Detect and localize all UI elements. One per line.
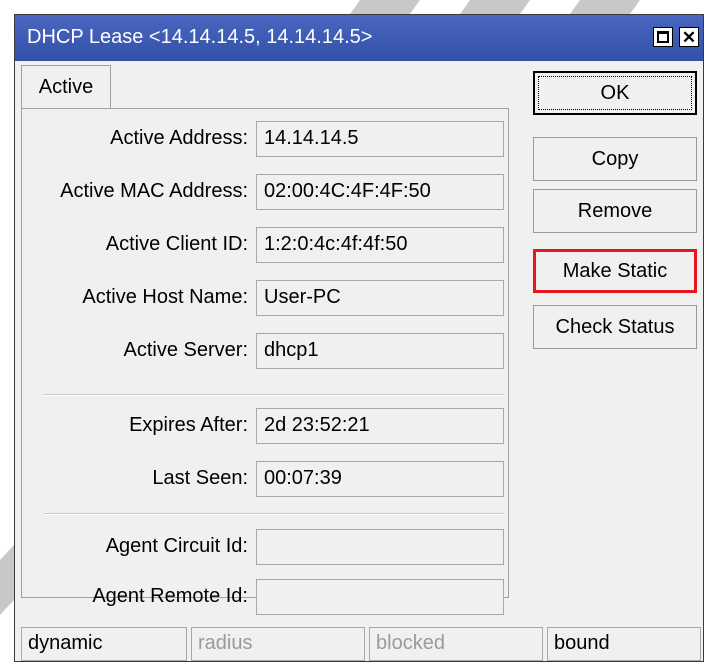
- title-bar[interactable]: DHCP Lease <14.14.14.5, 14.14.14.5> ✕: [15, 15, 703, 61]
- copy-button[interactable]: Copy: [533, 137, 697, 181]
- active-host-name-field[interactable]: User-PC: [256, 280, 504, 316]
- status-dynamic: dynamic: [21, 627, 187, 661]
- close-button[interactable]: ✕: [679, 27, 699, 47]
- active-address-label: Active Address:: [110, 127, 248, 149]
- ok-button-label: OK: [600, 81, 630, 104]
- agent-circuit-id-field[interactable]: [256, 529, 504, 565]
- last-seen-label: Last Seen:: [152, 467, 248, 489]
- close-icon: ✕: [681, 27, 697, 47]
- field-row-active-host-name: Active Host Name: User-PC: [22, 280, 510, 316]
- expires-after-field[interactable]: 2d 23:52:21: [256, 408, 504, 444]
- field-row-agent-remote-id: Agent Remote Id:: [22, 579, 510, 615]
- field-row-expires-after: Expires After: 2d 23:52:21: [22, 408, 510, 444]
- check-status-button-label: Check Status: [555, 315, 675, 338]
- tab-active[interactable]: Active: [21, 65, 111, 109]
- remove-button[interactable]: Remove: [533, 189, 697, 233]
- active-server-label: Active Server:: [123, 339, 248, 361]
- remove-button-label: Remove: [577, 199, 653, 222]
- field-row-agent-circuit-id: Agent Circuit Id:: [22, 529, 510, 565]
- agent-remote-id-field[interactable]: [256, 579, 504, 615]
- agent-circuit-id-label: Agent Circuit Id:: [105, 535, 248, 557]
- active-host-name-label: Active Host Name:: [82, 286, 248, 308]
- status-blocked: blocked: [369, 627, 543, 661]
- dhcp-lease-window: DHCP Lease <14.14.14.5, 14.14.14.5> ✕ Ac…: [14, 14, 704, 662]
- status-bar: dynamic radius blocked bound: [15, 621, 703, 663]
- ok-button[interactable]: OK: [533, 71, 697, 115]
- field-row-active-mac-address: Active MAC Address: 02:00:4C:4F:4F:50: [22, 174, 510, 210]
- active-mac-address-label: Active MAC Address:: [60, 180, 248, 202]
- status-bound: bound: [547, 627, 701, 661]
- status-radius: radius: [191, 627, 365, 661]
- active-panel: Active Address: 14.14.14.5 Active MAC Ad…: [21, 108, 510, 615]
- separator: [44, 513, 504, 515]
- make-static-button[interactable]: Make Static: [533, 249, 697, 293]
- field-row-active-client-id: Active Client ID: 1:2:0:4c:4f:4f:50: [22, 227, 510, 263]
- active-address-field[interactable]: 14.14.14.5: [256, 121, 504, 157]
- window-title: DHCP Lease <14.14.14.5, 14.14.14.5>: [27, 26, 373, 48]
- check-status-button[interactable]: Check Status: [533, 305, 697, 349]
- active-client-id-label: Active Client ID:: [105, 233, 248, 255]
- expires-after-label: Expires After:: [129, 414, 248, 436]
- maximize-button[interactable]: [653, 27, 673, 47]
- active-client-id-field[interactable]: 1:2:0:4c:4f:4f:50: [256, 227, 504, 263]
- agent-remote-id-label: Agent Remote Id:: [92, 585, 248, 607]
- maximize-icon: [657, 31, 669, 43]
- last-seen-field[interactable]: 00:07:39: [256, 461, 504, 497]
- separator: [44, 394, 504, 396]
- active-mac-address-field[interactable]: 02:00:4C:4F:4F:50: [256, 174, 504, 210]
- active-server-field[interactable]: dhcp1: [256, 333, 504, 369]
- tab-active-label: Active: [38, 76, 94, 98]
- copy-button-label: Copy: [591, 147, 639, 170]
- field-row-last-seen: Last Seen: 00:07:39: [22, 461, 510, 497]
- field-row-active-address: Active Address: 14.14.14.5: [22, 121, 510, 157]
- make-static-button-label: Make Static: [562, 259, 668, 282]
- field-row-active-server: Active Server: dhcp1: [22, 333, 510, 369]
